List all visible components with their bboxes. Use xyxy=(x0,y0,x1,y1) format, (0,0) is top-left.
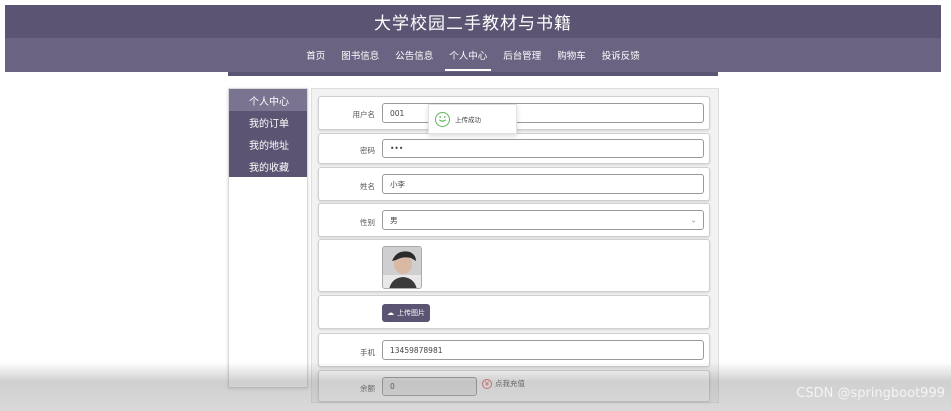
nav-item-profile[interactable]: 个人中心 xyxy=(441,38,495,72)
nav-divider xyxy=(228,72,718,76)
name-row: 姓名 小李 xyxy=(318,167,710,201)
name-label: 姓名 xyxy=(360,182,375,191)
profile-form: 用户名 001 密码 ••• 姓名 小李 性别 男 ⌄ ☁ 上传图片 手机 13… xyxy=(311,88,719,403)
site-title: 大学校园二手教材与书籍 xyxy=(374,14,572,34)
name-field[interactable]: 小李 xyxy=(382,174,704,194)
gender-value: 男 xyxy=(390,215,398,225)
nav-item-announcements[interactable]: 公告信息 xyxy=(387,38,441,72)
gender-select[interactable]: 男 ⌄ xyxy=(382,210,704,230)
balance-field: 0 xyxy=(382,377,477,396)
sidebar-item-profile[interactable]: 个人中心 xyxy=(229,89,307,111)
avatar-row xyxy=(318,239,710,292)
gender-row: 性别 男 ⌄ xyxy=(318,203,710,237)
sidebar-item-address[interactable]: 我的地址 xyxy=(229,133,307,155)
nav-item-home[interactable]: 首页 xyxy=(298,38,333,72)
recharge-icon: ¥ xyxy=(482,378,492,389)
balance-row: 余额 0 ¥ 点我充值 xyxy=(318,370,710,402)
smile-glyph xyxy=(438,116,446,122)
top-nav: 首页 图书信息 公告信息 个人中心 后台管理 购物车 投诉反馈 xyxy=(5,38,941,72)
nav-item-feedback[interactable]: 投诉反馈 xyxy=(594,38,648,72)
username-label: 用户名 xyxy=(352,110,376,119)
phone-row: 手机 13459878981 xyxy=(318,333,710,367)
password-row: 密码 ••• xyxy=(318,133,710,164)
phone-label: 手机 xyxy=(360,348,375,357)
password-label: 密码 xyxy=(360,146,375,155)
nav-item-books[interactable]: 图书信息 xyxy=(333,38,387,72)
upload-image-label: 上传图片 xyxy=(397,309,425,317)
sidebar-item-orders[interactable]: 我的订单 xyxy=(229,111,307,133)
gender-label: 性别 xyxy=(360,218,375,227)
avatar-photo xyxy=(383,247,421,288)
nav-item-admin[interactable]: 后台管理 xyxy=(495,38,549,72)
phone-field[interactable]: 13459878981 xyxy=(382,340,704,360)
sidebar-item-favorites[interactable]: 我的收藏 xyxy=(229,155,307,177)
nav-item-cart[interactable]: 购物车 xyxy=(549,38,594,72)
balance-label: 余额 xyxy=(360,384,375,393)
site-header: 大学校园二手教材与书籍 xyxy=(5,5,941,38)
recharge-link[interactable]: ¥ 点我充值 xyxy=(482,378,525,389)
upload-image-button[interactable]: ☁ 上传图片 xyxy=(382,304,430,322)
recharge-label: 点我充值 xyxy=(495,379,525,388)
cloud-upload-icon: ☁ xyxy=(387,309,394,317)
app-root: 大学校园二手教材与书籍 首页 图书信息 公告信息 个人中心 后台管理 购物车 投… xyxy=(0,0,951,411)
chevron-down-icon: ⌄ xyxy=(690,215,697,225)
avatar-image xyxy=(382,246,422,289)
toast-message: 上传成功 xyxy=(428,104,517,134)
sidebar: 个人中心 我的订单 我的地址 我的收藏 xyxy=(228,88,308,388)
password-field[interactable]: ••• xyxy=(382,139,704,158)
watermark: CSDN @springboot999 xyxy=(796,386,945,401)
sidebar-menu: 个人中心 我的订单 我的地址 我的收藏 xyxy=(229,89,307,177)
toast-text: 上传成功 xyxy=(455,116,481,124)
upload-row: ☁ 上传图片 xyxy=(318,295,710,329)
smile-icon xyxy=(435,111,450,127)
